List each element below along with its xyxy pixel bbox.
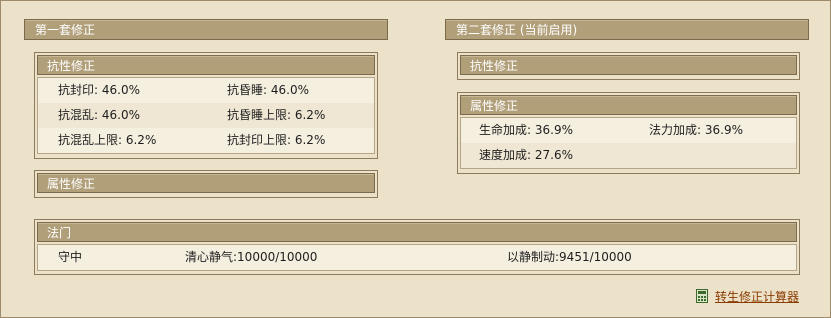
set1-header-label: 第一套修正 — [35, 23, 96, 37]
set2-header: 第二套修正 (当前启用) — [445, 19, 809, 40]
fameng-body: 守中 清心静气:10000/10000 以静制动:9451/10000 — [37, 244, 797, 271]
resist-row: 抗混乱: 46.0% 抗昏睡上限: 6.2% — [38, 103, 374, 128]
set2-attr-panel: 属性修正 生命加成: 36.9% 法力加成: 36.9% 速度加成: 27.6% — [457, 92, 800, 174]
fameng-title: 法门 — [37, 222, 797, 242]
attr-value: 法力加成: 36.9% — [649, 123, 743, 137]
set1-resist-body: 抗封印: 46.0% 抗昏睡: 46.0% 抗混乱: 46.0% 抗昏睡上限: … — [37, 77, 375, 154]
resist-value: 抗封印上限: 6.2% — [227, 133, 326, 147]
set2-header-label: 第二套修正 (当前启用) — [456, 23, 578, 37]
attr-row: 速度加成: 27.6% — [461, 143, 796, 168]
resist-value: 抗昏睡: 46.0% — [227, 83, 309, 97]
set2-resist-panel: 抗性修正 — [457, 52, 800, 80]
resist-value: 抗封印: 46.0% — [58, 83, 140, 97]
set1-resist-panel: 抗性修正 抗封印: 46.0% 抗昏睡: 46.0% 抗混乱: 46.0% 抗昏… — [34, 52, 378, 159]
set2-resist-title: 抗性修正 — [460, 55, 797, 75]
resist-row: 抗混乱上限: 6.2% 抗封印上限: 6.2% — [38, 128, 374, 153]
set1-header: 第一套修正 — [24, 19, 388, 40]
set1-attr-title: 属性修正 — [37, 173, 375, 193]
resist-value: 抗昏睡上限: 6.2% — [227, 108, 326, 122]
calculator-link[interactable]: 转生修正计算器 — [715, 288, 799, 305]
set2-attr-title: 属性修正 — [460, 95, 797, 115]
set2-attr-body: 生命加成: 36.9% 法力加成: 36.9% 速度加成: 27.6% — [460, 117, 797, 169]
fameng-panel: 法门 守中 清心静气:10000/10000 以静制动:9451/10000 — [34, 219, 800, 275]
attr-value: 速度加成: 27.6% — [479, 148, 573, 162]
fameng-row: 守中 清心静气:10000/10000 以静制动:9451/10000 — [38, 245, 796, 270]
attr-value: 生命加成: 36.9% — [479, 123, 573, 137]
resist-row: 抗封印: 46.0% 抗昏睡: 46.0% — [38, 78, 374, 103]
set1-attr-panel: 属性修正 — [34, 170, 378, 198]
resist-value: 抗混乱上限: 6.2% — [58, 133, 157, 147]
attr-row: 生命加成: 36.9% 法力加成: 36.9% — [461, 118, 796, 143]
resist-value: 抗混乱: 46.0% — [58, 108, 140, 122]
fameng-item: 守中 — [58, 250, 83, 264]
set1-resist-title: 抗性修正 — [37, 55, 375, 75]
fameng-item: 清心静气:10000/10000 — [185, 250, 318, 264]
fameng-item: 以静制动:9451/10000 — [507, 250, 632, 264]
calculator-icon[interactable] — [696, 289, 708, 306]
